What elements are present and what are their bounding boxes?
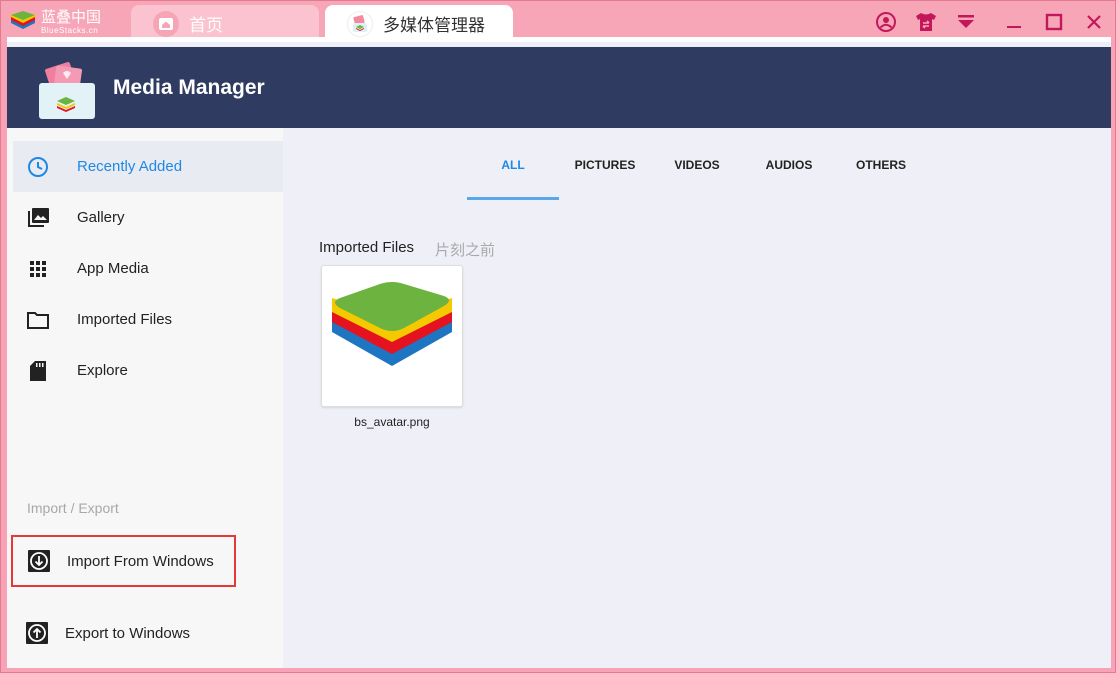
sidebar-item-label: Imported Files: [77, 311, 173, 328]
export-to-windows-label: Export to Windows: [65, 624, 191, 642]
tab-media-manager-label: 多媒体管理器: [383, 16, 485, 36]
close-icon[interactable]: [1081, 9, 1107, 35]
sidebar-item-label: App Media: [77, 260, 149, 277]
title-bar: 蓝叠中国 BlueStacks.cn 首页 多媒体管理器: [1, 1, 1115, 42]
file-name: bs_avatar.png: [354, 415, 430, 429]
sidebar-item-explore[interactable]: Explore: [13, 345, 283, 396]
media-manager-icon: [347, 10, 373, 37]
bluestacks-logo-icon: [332, 282, 452, 366]
clock-icon: [26, 155, 50, 179]
sidebar-item-imported-files[interactable]: Imported Files: [13, 294, 283, 345]
app-window: 蓝叠中国 BlueStacks.cn 首页 多媒体管理器 Media Manag…: [0, 0, 1116, 673]
page-title: Media Manager: [113, 76, 265, 99]
file-type-tabs: ALL PICTURES VIDEOS AUDIOS OTHERS: [467, 144, 927, 200]
brand-domain: BlueStacks.cn: [41, 25, 99, 35]
gallery-icon: [26, 206, 50, 230]
import-icon: [27, 549, 51, 573]
import-from-windows-label: Import From Windows: [67, 552, 214, 570]
tab-others[interactable]: OTHERS: [835, 144, 927, 200]
tab-videos[interactable]: VIDEOS: [651, 144, 743, 200]
bluestacks-logo-icon: [9, 9, 37, 35]
theme-icon[interactable]: [913, 9, 939, 35]
grid-icon: [26, 257, 50, 281]
maximize-icon[interactable]: [1041, 9, 1067, 35]
tab-audios[interactable]: AUDIOS: [743, 144, 835, 200]
export-to-windows-button[interactable]: Export to Windows: [11, 607, 236, 659]
import-from-windows-button[interactable]: Import From Windows: [11, 535, 236, 587]
sidebar-item-label: Recently Added: [77, 158, 183, 175]
media-manager-app: Media Manager Recently Added Gallery App…: [7, 37, 1111, 668]
group-timestamp: 片刻之前: [435, 241, 496, 259]
sidebar-item-label: Explore: [77, 362, 128, 379]
group-title: Imported Files: [319, 239, 415, 256]
sidebar-item-recently-added[interactable]: Recently Added: [13, 141, 283, 192]
menu-icon[interactable]: [953, 9, 979, 35]
tab-all[interactable]: ALL: [467, 144, 559, 200]
home-icon: [153, 10, 179, 37]
export-icon: [25, 621, 49, 645]
brand: 蓝叠中国 BlueStacks.cn: [9, 7, 119, 37]
sidebar: Recently Added Gallery App Media Importe…: [7, 128, 283, 668]
tab-home-label: 首页: [189, 16, 223, 36]
sidebar-item-label: Gallery: [77, 209, 125, 226]
minimize-icon[interactable]: [1001, 9, 1027, 35]
folder-icon: [26, 308, 50, 332]
main-content: ALL PICTURES VIDEOS AUDIOS OTHERS Import…: [283, 128, 1111, 668]
media-manager-logo-icon: [37, 61, 97, 121]
file-thumbnail[interactable]: [321, 265, 463, 407]
sidebar-item-app-media[interactable]: App Media: [13, 243, 283, 294]
window-controls: [859, 9, 1107, 35]
import-export-heading: Import / Export: [27, 500, 119, 516]
app-header: Media Manager: [7, 47, 1111, 128]
sidebar-item-gallery[interactable]: Gallery: [13, 192, 283, 243]
tab-pictures[interactable]: PICTURES: [559, 144, 651, 200]
brand-name: 蓝叠中国: [41, 7, 102, 26]
sd-card-icon: [26, 359, 50, 383]
account-icon[interactable]: [873, 9, 899, 35]
